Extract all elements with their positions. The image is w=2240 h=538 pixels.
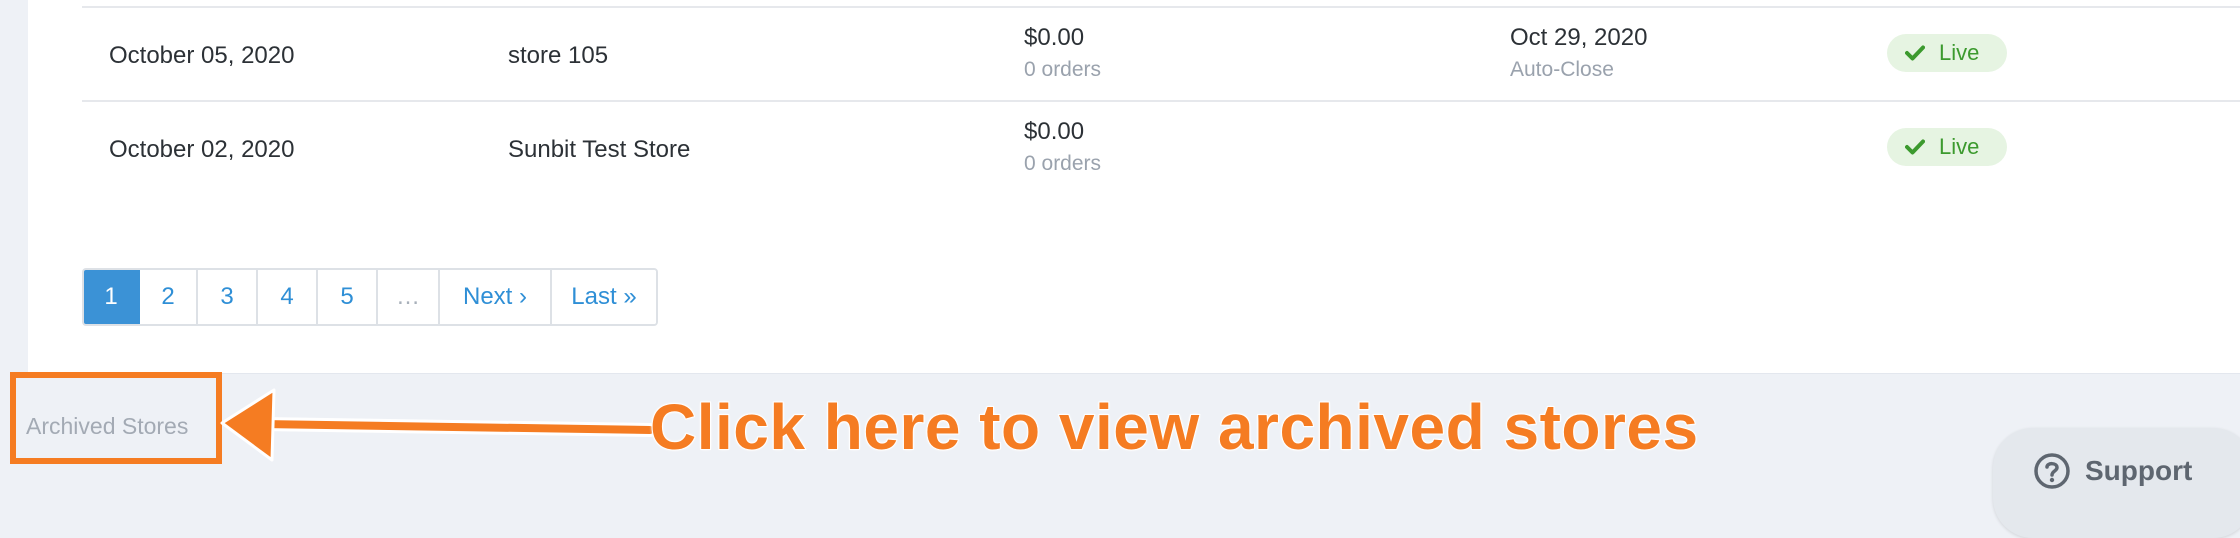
status-label: Live [1939,134,1980,159]
store-name[interactable]: store 105 [508,42,608,70]
archived-stores-link[interactable]: Archived Stores [26,413,188,440]
created-date: October 02, 2020 [109,136,295,163]
support-button[interactable]: Support [1993,428,2240,538]
created-date: October 05, 2020 [109,42,295,69]
store-amount: $0.00 [1024,24,1085,51]
page-3-button[interactable]: 3 [198,270,258,324]
status-label: Live [1939,40,1980,65]
support-label: Support [2085,455,2193,486]
status-badge: Live [1887,128,2007,166]
question-circle-icon [2034,453,2070,489]
stores-panel: October 05, 2020 store 105 $0.00 0 order… [28,0,2240,374]
store-orders: 0 orders [1024,152,1102,175]
table-row[interactable]: October 05, 2020 store 105 $0.00 0 order… [82,6,2240,102]
table-row[interactable]: October 02, 2020 Sunbit Test Store $0.00… [82,102,2240,198]
page-4-button[interactable]: 4 [258,270,318,324]
store-orders: 0 orders [1024,58,1102,81]
page-1-button[interactable]: 1 [84,270,140,324]
checkmark-icon [1905,45,1925,61]
status-badge: Live [1887,34,2007,72]
last-page-button[interactable]: Last » [552,270,656,324]
page-5-button[interactable]: 5 [318,270,378,324]
page-ellipsis: … [378,270,440,324]
pagination: 1 2 3 4 5 … Next › Last » [82,268,658,326]
next-page-button[interactable]: Next › [440,270,552,324]
page-2-button[interactable]: 2 [140,270,198,324]
store-amount: $0.00 [1024,118,1085,145]
annotation-callout: Click here to view archived stores [649,390,1699,464]
close-date: Oct 29, 2020 [1510,24,1648,51]
close-note: Auto-Close [1510,58,1614,81]
checkmark-icon [1905,139,1925,155]
store-name[interactable]: Sunbit Test Store [508,136,690,164]
